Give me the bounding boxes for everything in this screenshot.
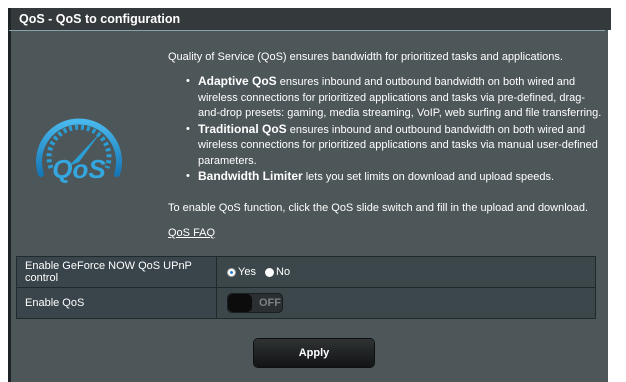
settings-table: Enable GeForce NOW QoS UPnP control Yes … xyxy=(16,256,596,319)
intro-text: Quality of Service (QoS) ensures bandwid… xyxy=(168,51,563,63)
apply-button[interactable]: Apply xyxy=(254,339,374,367)
geforce-qos-label: Enable GeForce NOW QoS UPnP control xyxy=(16,256,217,288)
bullet-term: Traditional QoS xyxy=(198,121,287,136)
list-item: • Bandwidth Limiter lets you set limits o… xyxy=(186,169,554,183)
enable-qos-label: Enable QoS xyxy=(16,287,217,319)
toggle-state: OFF xyxy=(259,297,281,309)
title-bar: QoS - QoS to configuration xyxy=(11,8,611,30)
table-row: Enable GeForce NOW QoS UPnP control Yes … xyxy=(16,256,596,288)
bullet-text: lets you set limits on download and uplo… xyxy=(302,171,554,183)
yes-label: Yes xyxy=(238,266,256,279)
geforce-no-radio[interactable] xyxy=(265,267,275,277)
bullet-term: Adaptive QoS xyxy=(198,74,277,88)
svg-text:QoS: QoS xyxy=(52,154,106,184)
list-item: • Adaptive QoS ensures inbound and outbou… xyxy=(186,74,602,119)
geforce-yes-radio[interactable] xyxy=(227,267,236,277)
qos-faq-link[interactable]: QoS FAQ xyxy=(168,227,215,239)
enable-instructions: To enable QoS function, click the QoS sl… xyxy=(168,202,589,214)
bullet-term: Bandwidth Limiter xyxy=(198,169,303,183)
feature-list: • Adaptive QoS ensures inbound and outbou… xyxy=(184,74,602,186)
geforce-qos-options: Yes No xyxy=(216,256,596,288)
no-label: No xyxy=(276,266,291,279)
table-row: Enable QoS OFF xyxy=(16,287,596,319)
page-title: QoS - QoS to configuration xyxy=(19,12,181,26)
toggle-knob xyxy=(228,294,252,312)
enable-qos-toggle[interactable]: OFF xyxy=(227,293,283,313)
qos-speedometer-logo: QoS xyxy=(36,118,122,184)
list-item: • Traditional QoS ensures inbound and out… xyxy=(186,121,598,167)
enable-qos-cell: OFF xyxy=(216,287,596,319)
title-divider xyxy=(9,30,605,31)
